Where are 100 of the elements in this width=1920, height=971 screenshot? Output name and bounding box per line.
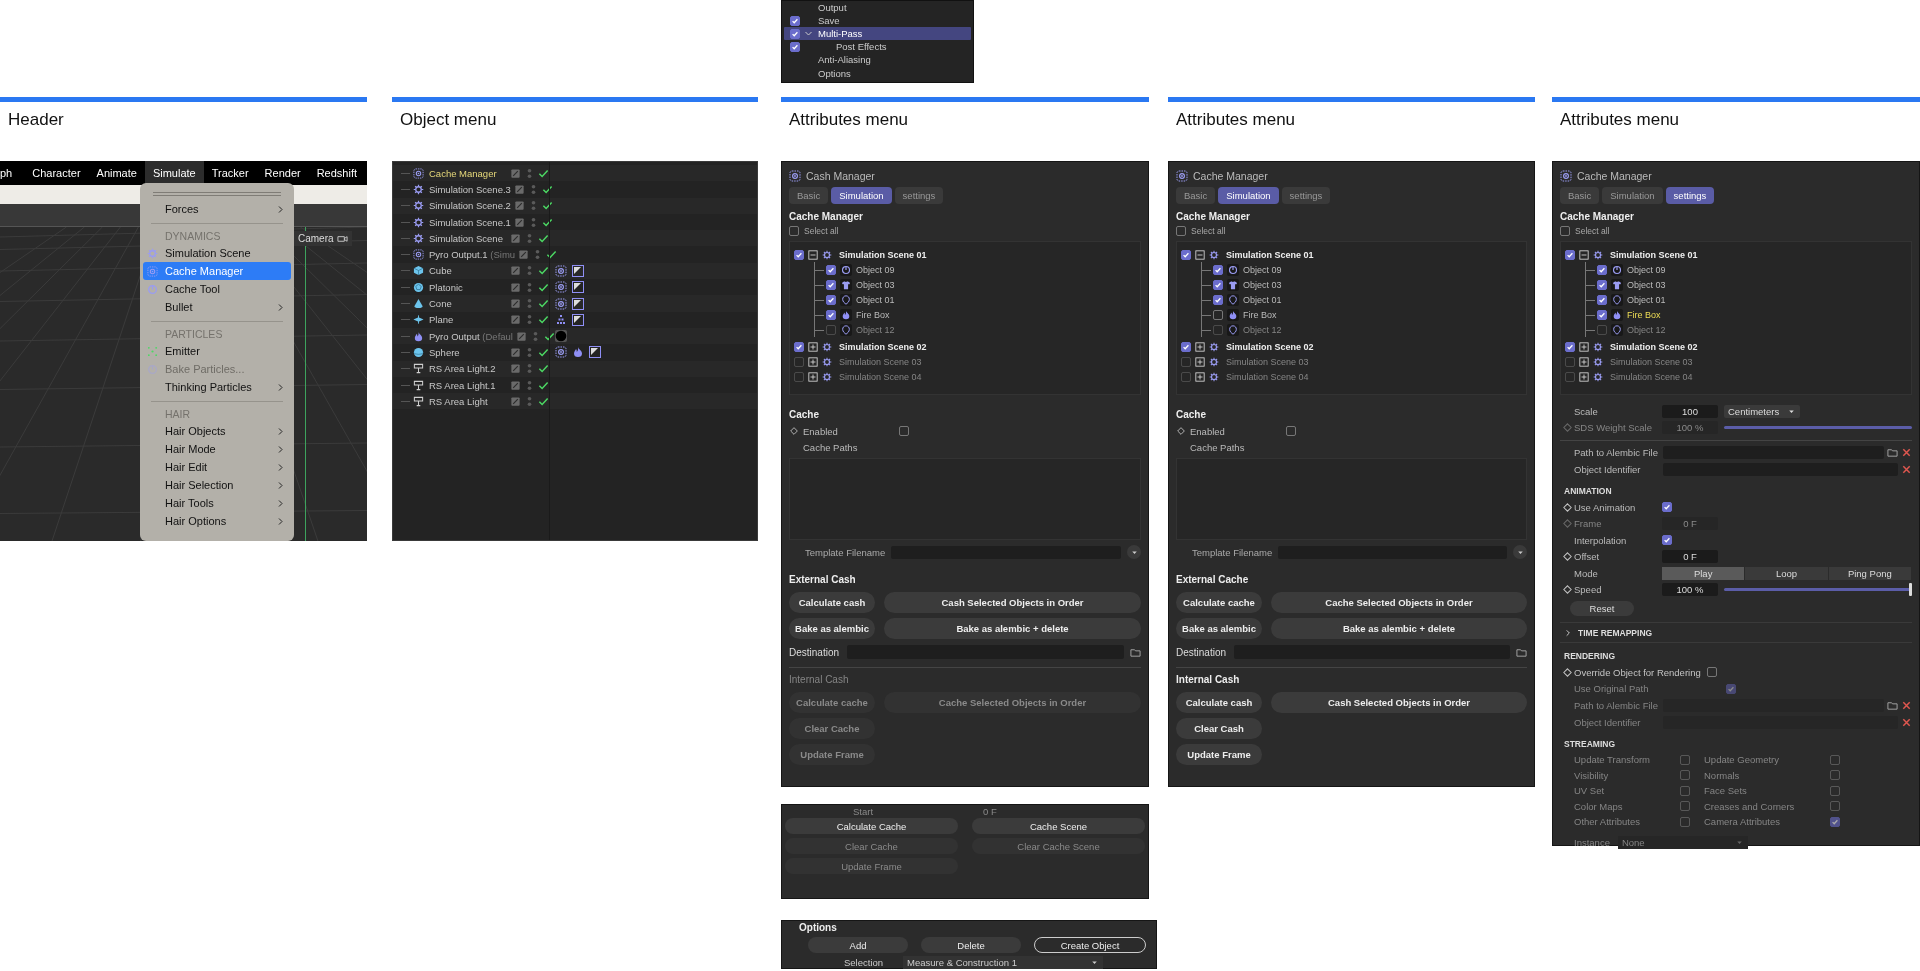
checkbox[interactable] [790, 28, 800, 39]
menu-item[interactable]: ph [0, 161, 25, 185]
action-button[interactable]: Add [808, 937, 908, 953]
action-button[interactable]: Calculate Cache [785, 818, 958, 834]
object-name[interactable]: Cube [429, 265, 507, 277]
action-button[interactable]: Cache Selected Objects in Order [1271, 592, 1527, 613]
checkbox[interactable] [1181, 249, 1191, 260]
menu-item[interactable]: Character [24, 161, 89, 185]
tab[interactable]: Basic [789, 187, 829, 204]
object-name[interactable]: Pyro Output.1 (Simu [429, 249, 516, 261]
menu-item[interactable]: Thinking Particles [143, 378, 291, 396]
menu-item[interactable]: Hair Edit [143, 458, 291, 476]
action-button[interactable]: Bake as alembic [1176, 618, 1262, 639]
tab[interactable]: Simulation [831, 187, 892, 204]
object-name[interactable]: Cache Manager [429, 167, 507, 179]
object-name[interactable]: Fire Box [1243, 309, 1277, 320]
checkbox[interactable] [1706, 667, 1717, 678]
menu-item[interactable]: Cache Manager [143, 262, 291, 280]
tab[interactable]: Simulation [1602, 187, 1663, 204]
action-button[interactable]: Create Object [1034, 937, 1146, 953]
menu-item[interactable]: Animate [88, 161, 145, 185]
checkbox[interactable] [1560, 225, 1570, 236]
object-name[interactable]: Plane [429, 314, 507, 326]
checkbox[interactable] [1680, 770, 1690, 781]
checkbox[interactable] [1830, 801, 1840, 812]
unit-dropdown[interactable]: Centimeters [1724, 404, 1801, 418]
checkbox[interactable] [1565, 249, 1575, 260]
menu-item[interactable]: Hair Tools [143, 494, 291, 512]
action-button[interactable]: Calculate cash [1176, 692, 1262, 713]
checkbox[interactable] [1830, 785, 1840, 796]
action-button[interactable]: Calculate cache [1176, 592, 1262, 613]
checkbox[interactable] [826, 264, 836, 275]
list-item[interactable]: Output [784, 1, 971, 15]
collapsible-header[interactable]: TIME REMAPPING [1560, 622, 1912, 643]
menu-item[interactable]: Hair Selection [143, 476, 291, 494]
checkbox[interactable] [789, 225, 799, 236]
object-name[interactable]: Object 01 [1243, 294, 1282, 305]
segment-button[interactable]: Ping Pong [1828, 566, 1912, 580]
tab[interactable]: Basic [1560, 187, 1600, 204]
list-item[interactable]: Options [784, 66, 971, 80]
action-button[interactable]: Cash Selected Objects in Order [884, 592, 1141, 613]
object-name[interactable]: Sphere [429, 346, 507, 358]
list-item[interactable]: Post Effects [784, 40, 971, 54]
action-button[interactable]: Bake as alembic + delete [884, 618, 1141, 639]
checkbox[interactable] [794, 341, 804, 352]
checkbox[interactable] [1680, 801, 1690, 812]
object-name[interactable]: RS Area Light.1 [429, 379, 507, 391]
object-name[interactable]: Object 09 [1627, 264, 1666, 275]
scene-name[interactable]: Simulation Scene 02 [1610, 341, 1698, 352]
object-name[interactable]: Platonic [429, 281, 507, 293]
tab[interactable]: Simulation [1218, 187, 1279, 204]
checkbox[interactable] [1213, 279, 1223, 290]
segment-button[interactable]: Loop [1745, 566, 1829, 580]
checkbox[interactable] [1176, 225, 1186, 236]
checkbox[interactable] [826, 294, 836, 305]
dropdown-button[interactable] [1127, 545, 1141, 559]
checkbox[interactable] [1830, 816, 1840, 827]
scene-name[interactable]: Simulation Scene 01 [1610, 249, 1698, 260]
action-button[interactable]: Cash Selected Objects in Order [1271, 692, 1527, 713]
menu-item[interactable]: Tracker [203, 161, 257, 185]
menu-item[interactable]: Simulation Scene [143, 244, 291, 262]
object-name[interactable]: Object 09 [1243, 264, 1282, 275]
object-name[interactable]: Object 01 [856, 294, 895, 305]
action-button[interactable]: Update Frame [1176, 744, 1262, 765]
object-name[interactable]: Fire Box [856, 309, 890, 320]
checkbox[interactable] [790, 15, 800, 26]
dropdown[interactable]: None [1617, 836, 1748, 849]
checkbox[interactable] [1597, 264, 1607, 275]
segment-button[interactable]: Play [1662, 566, 1746, 580]
tab[interactable]: Basic [1176, 187, 1216, 204]
menu-item[interactable]: Emitter [143, 342, 291, 360]
checkbox[interactable] [826, 309, 836, 320]
menu-item[interactable]: Cache Tool [143, 280, 291, 298]
checkbox[interactable] [1181, 341, 1191, 352]
object-name[interactable]: Object 03 [1627, 279, 1666, 290]
action-button[interactable]: Calculate cash [789, 592, 875, 613]
checkbox[interactable] [899, 426, 909, 436]
camera-button[interactable]: Camera [294, 231, 352, 246]
checkbox[interactable] [1662, 535, 1672, 546]
checkbox[interactable] [1213, 309, 1223, 320]
object-name[interactable]: Fire Box [1627, 309, 1661, 320]
action-button[interactable]: Bake as alembic [789, 618, 875, 639]
object-name[interactable]: Simulation Scene.2 [429, 200, 511, 212]
action-button[interactable]: Bake as alembic + delete [1271, 618, 1527, 639]
number-field[interactable]: 100 [1662, 404, 1718, 418]
menu-item[interactable]: Simulate [144, 161, 204, 185]
object-name[interactable]: RS Area Light.2 [429, 363, 507, 375]
checkbox[interactable] [1597, 279, 1607, 290]
checkbox[interactable] [1213, 264, 1223, 275]
checkbox[interactable] [1662, 502, 1672, 513]
object-name[interactable]: Simulation Scene.3 [429, 183, 511, 195]
number-field[interactable]: 100 % [1662, 583, 1718, 597]
checkbox[interactable] [1597, 294, 1607, 305]
reset-button[interactable]: Reset [1570, 601, 1634, 616]
action-button[interactable]: Cache Scene [972, 818, 1145, 834]
object-name[interactable]: Object 09 [856, 264, 895, 275]
tab[interactable]: settings [1665, 187, 1715, 204]
object-name[interactable]: Object 03 [1243, 279, 1282, 290]
scene-name[interactable]: Simulation Scene 02 [839, 341, 927, 352]
checkbox[interactable] [1565, 341, 1575, 352]
